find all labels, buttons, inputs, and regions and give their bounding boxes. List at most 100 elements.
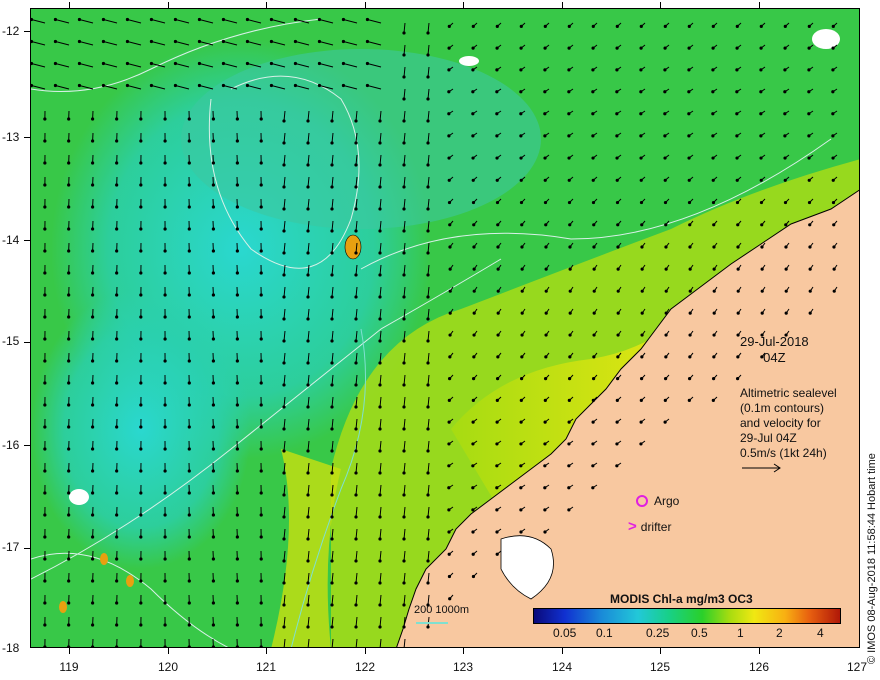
velocity-arrow-head xyxy=(91,469,95,473)
velocity-arrow-head xyxy=(519,486,523,490)
velocity-arrow-head xyxy=(53,83,58,88)
velocity-arrow-head xyxy=(402,295,406,299)
velocity-arrow-head xyxy=(211,315,215,319)
velocity-arrow-head xyxy=(519,508,523,512)
velocity-arrow-head xyxy=(426,405,430,409)
velocity-arrow-head xyxy=(591,200,596,205)
velocity-arrow-head xyxy=(354,603,358,607)
velocity-arrow-head xyxy=(354,119,358,123)
velocity-arrow-head xyxy=(591,377,596,381)
velocity-arrow-head xyxy=(759,200,764,205)
velocity-arrow-head xyxy=(330,141,334,145)
velocity-arrow-head xyxy=(139,513,143,517)
velocity-arrow-head xyxy=(447,377,452,381)
velocity-arrow-head xyxy=(520,245,524,249)
velocity-arrow-head xyxy=(211,359,215,363)
velocity-arrow-head xyxy=(330,119,334,123)
velocity-arrow-head xyxy=(163,447,167,451)
velocity-arrow-head xyxy=(544,289,548,293)
velocity-arrow-head xyxy=(330,471,334,475)
velocity-arrow-head xyxy=(330,449,334,453)
y-tick-mark xyxy=(24,31,30,32)
velocity-arrow-head xyxy=(43,271,47,275)
velocity-arrow-head xyxy=(471,508,475,512)
velocity-arrow-head xyxy=(115,447,119,451)
velocity-arrow-head xyxy=(91,117,95,121)
velocity-arrow-head xyxy=(688,355,692,359)
velocity-arrow-head xyxy=(235,183,239,187)
velocity-arrow-head xyxy=(402,493,406,497)
velocity-arrow-head xyxy=(235,161,239,165)
velocity-arrow-head xyxy=(91,249,95,253)
velocity-arrow-head xyxy=(448,333,452,337)
velocity-arrow-head xyxy=(783,134,787,138)
velocity-arrow-head xyxy=(639,200,644,205)
velocity-arrow-head xyxy=(426,273,430,277)
velocity-arrow-head xyxy=(663,178,667,182)
velocity-arrow-head xyxy=(282,141,286,145)
velocity-arrow-head xyxy=(354,515,358,519)
velocity-arrow-head xyxy=(378,537,382,541)
velocity-arrow-head xyxy=(173,17,178,22)
velocity-arrow-head xyxy=(91,183,95,187)
velocity-arrow-head xyxy=(664,245,668,249)
velocity-arrow-head xyxy=(663,134,667,138)
velocity-arrow-head xyxy=(426,493,430,497)
velocity-arrow-head xyxy=(43,425,47,429)
velocity-arrow-head xyxy=(519,24,523,28)
velocity-arrow-head xyxy=(306,427,310,431)
x-tick-mark-top xyxy=(562,2,563,8)
y-tick-mark xyxy=(24,342,30,343)
depth-contour-legend: 200 1000m xyxy=(414,604,470,616)
velocity-arrow-head xyxy=(187,359,191,363)
velocity-arrow-head xyxy=(592,311,596,315)
velocity-arrow-head xyxy=(115,227,119,231)
velocity-arrow-head xyxy=(495,178,499,182)
velocity-arrow-head xyxy=(543,134,547,138)
velocity-arrow-head xyxy=(687,156,691,160)
velocity-arrow-head xyxy=(402,449,406,453)
velocity-arrow-head xyxy=(378,119,382,123)
velocity-arrow-head xyxy=(269,39,274,44)
velocity-arrow-head xyxy=(211,601,215,605)
velocity-arrow-head xyxy=(495,377,500,381)
velocity-arrow-head xyxy=(759,90,763,94)
info-line: Altimetric sealevel xyxy=(740,386,837,400)
velocity-arrow-head xyxy=(115,359,119,363)
velocity-arrow-head xyxy=(259,227,263,231)
velocity-arrow-head xyxy=(91,601,95,605)
velocity-arrow-head xyxy=(115,271,119,275)
velocity-arrow-head xyxy=(43,315,47,319)
velocity-arrow-head xyxy=(306,317,310,321)
velocity-arrow-head xyxy=(139,315,143,319)
velocity-arrow-head xyxy=(402,339,406,343)
velocity-arrow-head xyxy=(354,361,358,365)
velocity-arrow-head xyxy=(663,398,667,403)
velocity-arrow-head xyxy=(245,17,250,22)
velocity-arrow-head xyxy=(67,381,71,385)
velocity-arrow-head xyxy=(426,449,430,453)
velocity-arrow-head xyxy=(402,273,406,277)
velocity-arrow-head xyxy=(759,68,763,72)
velocity-arrow-head xyxy=(426,295,430,299)
velocity-arrow-head xyxy=(735,90,739,94)
velocity-arrow-head xyxy=(330,559,334,563)
velocity-arrow-head xyxy=(139,227,143,231)
velocity-arrow-head xyxy=(211,249,215,253)
velocity-arrow-head xyxy=(53,61,58,66)
velocity-arrow-head xyxy=(447,156,451,160)
velocity-arrow-head xyxy=(735,46,739,50)
velocity-arrow-head xyxy=(447,178,451,182)
velocity-arrow-head xyxy=(808,311,812,315)
velocity-arrow-head xyxy=(125,39,130,44)
velocity-arrow-head xyxy=(759,112,763,116)
velocity-arrow-head xyxy=(472,289,476,293)
velocity-arrow-head xyxy=(221,83,226,88)
velocity-arrow-head xyxy=(259,557,263,561)
velocity-arrow-head xyxy=(77,83,82,88)
velocity-arrow-head xyxy=(688,267,692,271)
velocity-arrow-head xyxy=(330,537,334,541)
velocity-arrow-head xyxy=(282,361,286,365)
velocity-arrow-head xyxy=(687,200,692,205)
velocity-arrow-head xyxy=(378,295,382,299)
